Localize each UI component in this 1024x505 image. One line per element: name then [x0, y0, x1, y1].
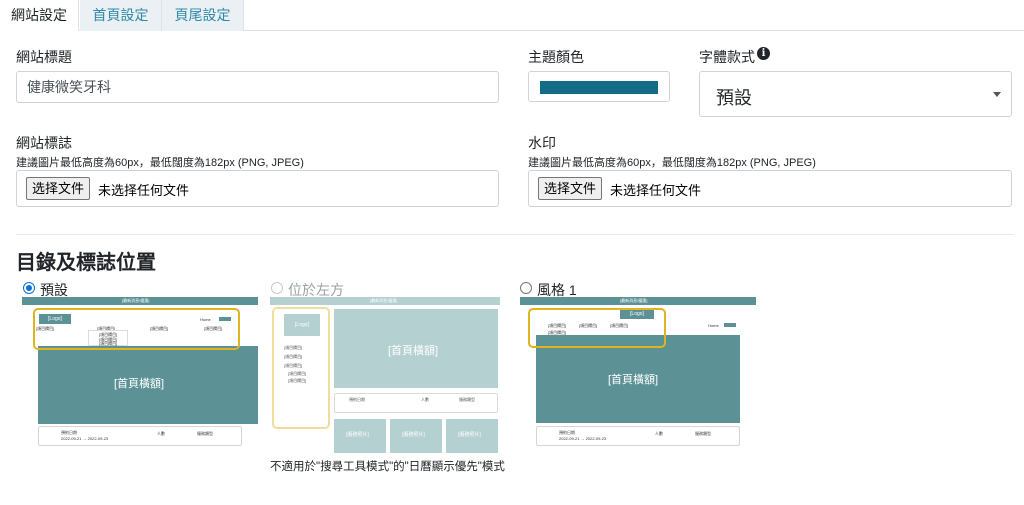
- preview-people-label: 人數: [421, 397, 429, 402]
- preview-home-link: Home: [708, 323, 719, 328]
- chevron-down-icon: [993, 92, 1001, 97]
- preview-people-label: 人數: [655, 431, 663, 436]
- preview-banner: [首頁橫額]: [536, 335, 740, 423]
- preview-service-photo-text: [服務照片]: [458, 432, 481, 438]
- tab-bar: 網站設定 首頁設定 頁尾設定: [0, 0, 1024, 31]
- preview-highlight: [528, 308, 666, 348]
- site-logo-hint: 建議圖片最低高度為60px，最低闊度為182px (PNG, JPEG): [16, 157, 304, 169]
- theme-color-label: 主題顏色: [528, 49, 584, 65]
- preview-banner-text: [首頁橫額]: [388, 345, 439, 357]
- preview-banner-text: [首頁橫額]: [114, 378, 165, 390]
- preview-service-photo: [服務照片]: [446, 419, 498, 453]
- site-logo-file-status: 未选择任何文件: [98, 183, 190, 198]
- preview-filter-label: 服務類型: [459, 397, 475, 402]
- font-style-value: 預設: [716, 88, 752, 108]
- site-title-input[interactable]: 健康微笑牙科: [16, 71, 499, 103]
- font-style-label: 字體款式: [699, 49, 755, 65]
- preview-highlight: [33, 308, 240, 350]
- section-divider: [16, 234, 1013, 235]
- preview-service-photo-text: [服務照片]: [402, 432, 425, 438]
- theme-color-picker[interactable]: [528, 71, 670, 102]
- preview-filter-label: 服務類型: [197, 431, 213, 436]
- preview-service-photo: [服務照片]: [334, 419, 386, 453]
- preview-booking-label: 預約日期: [559, 430, 575, 435]
- preview-service-photo-text: [服務照片]: [346, 432, 369, 438]
- watermark-hint: 建議圖片最低高度為60px，最低闊度為182px (PNG, JPEG): [528, 157, 816, 169]
- preview-top-bar: [最新消息/優惠]: [270, 297, 500, 305]
- preview-lang-badge: [724, 323, 736, 327]
- site-title-label: 網站標題: [16, 49, 72, 65]
- preview-service-photo: [服務照片]: [390, 419, 442, 453]
- layout-left-note: 不適用於"搜尋工具模式"的"日曆顯示優先"模式: [270, 461, 505, 473]
- preview-top-bar-text: [最新消息/優惠]: [620, 298, 648, 303]
- site-logo-choose-file-button[interactable]: 选择文件: [26, 177, 91, 200]
- preview-top-bar: [最新消息/優惠]: [520, 297, 756, 305]
- info-icon[interactable]: i: [757, 47, 770, 60]
- preview-booking-date: 2022-09-21 → 2022-09-23: [61, 436, 109, 441]
- watermark-file-status: 未选择任何文件: [610, 183, 702, 198]
- tab-site-settings[interactable]: 網站設定: [0, 0, 79, 31]
- layout-radio-default[interactable]: [23, 282, 35, 294]
- preview-top-bar-text: [最新消息/優惠]: [122, 298, 150, 303]
- preview-banner-text: [首頁橫額]: [608, 374, 659, 386]
- watermark-label: 水印: [528, 135, 556, 151]
- layout-radio-style1[interactable]: [520, 282, 532, 294]
- preview-banner: [首頁橫額]: [38, 346, 258, 424]
- theme-color-swatch: [540, 81, 658, 94]
- preview-booking-bar: 預約日期 2022-09-21 → 2022-09-23 人數 服務類型: [38, 426, 242, 446]
- preview-people-label: 人數: [157, 431, 165, 436]
- preview-top-bar-text: [最新消息/優惠]: [370, 298, 398, 303]
- preview-style1[interactable]: [最新消息/優惠] [Logo] Home [項目欄目] [項目欄目] [項目欄…: [520, 297, 756, 449]
- preview-booking-bar: 預約日期 2022-09-21 → 2022-09-23 人數 服務類型: [536, 426, 740, 446]
- preview-booking-bar: 預約日期 人數 服務類型: [334, 393, 498, 413]
- preview-default[interactable]: [最新消息/優惠] [Logo] Home [項目欄目] [項目欄目] [項目欄…: [22, 297, 258, 449]
- tab-footer-settings[interactable]: 頁尾設定: [162, 0, 244, 31]
- preview-booking-label: 預約日期: [61, 430, 77, 435]
- preview-top-bar: [最新消息/優惠]: [22, 297, 258, 305]
- watermark-file-input[interactable]: 选择文件 未选择任何文件: [528, 170, 1012, 207]
- layout-radio-left[interactable]: [271, 282, 283, 294]
- preview-banner: [首頁橫額]: [334, 309, 498, 388]
- tab-home-settings[interactable]: 首頁設定: [80, 0, 162, 31]
- preview-booking-label: 預約日期: [349, 397, 365, 402]
- preview-filter-label: 服務類型: [695, 431, 711, 436]
- preview-left[interactable]: [最新消息/優惠] [Logo] [項目欄目] [項目欄目] [項目欄目] [項…: [270, 297, 500, 455]
- site-logo-file-input[interactable]: 选择文件 未选择任何文件: [16, 170, 499, 207]
- layout-section-title: 目錄及標誌位置: [16, 252, 156, 274]
- preview-highlight: [272, 307, 330, 429]
- watermark-choose-file-button[interactable]: 选择文件: [538, 177, 603, 200]
- site-logo-label: 網站標誌: [16, 135, 72, 151]
- preview-booking-date: 2022-09-21 → 2022-09-23: [559, 436, 607, 441]
- font-style-select[interactable]: 預設: [699, 71, 1012, 117]
